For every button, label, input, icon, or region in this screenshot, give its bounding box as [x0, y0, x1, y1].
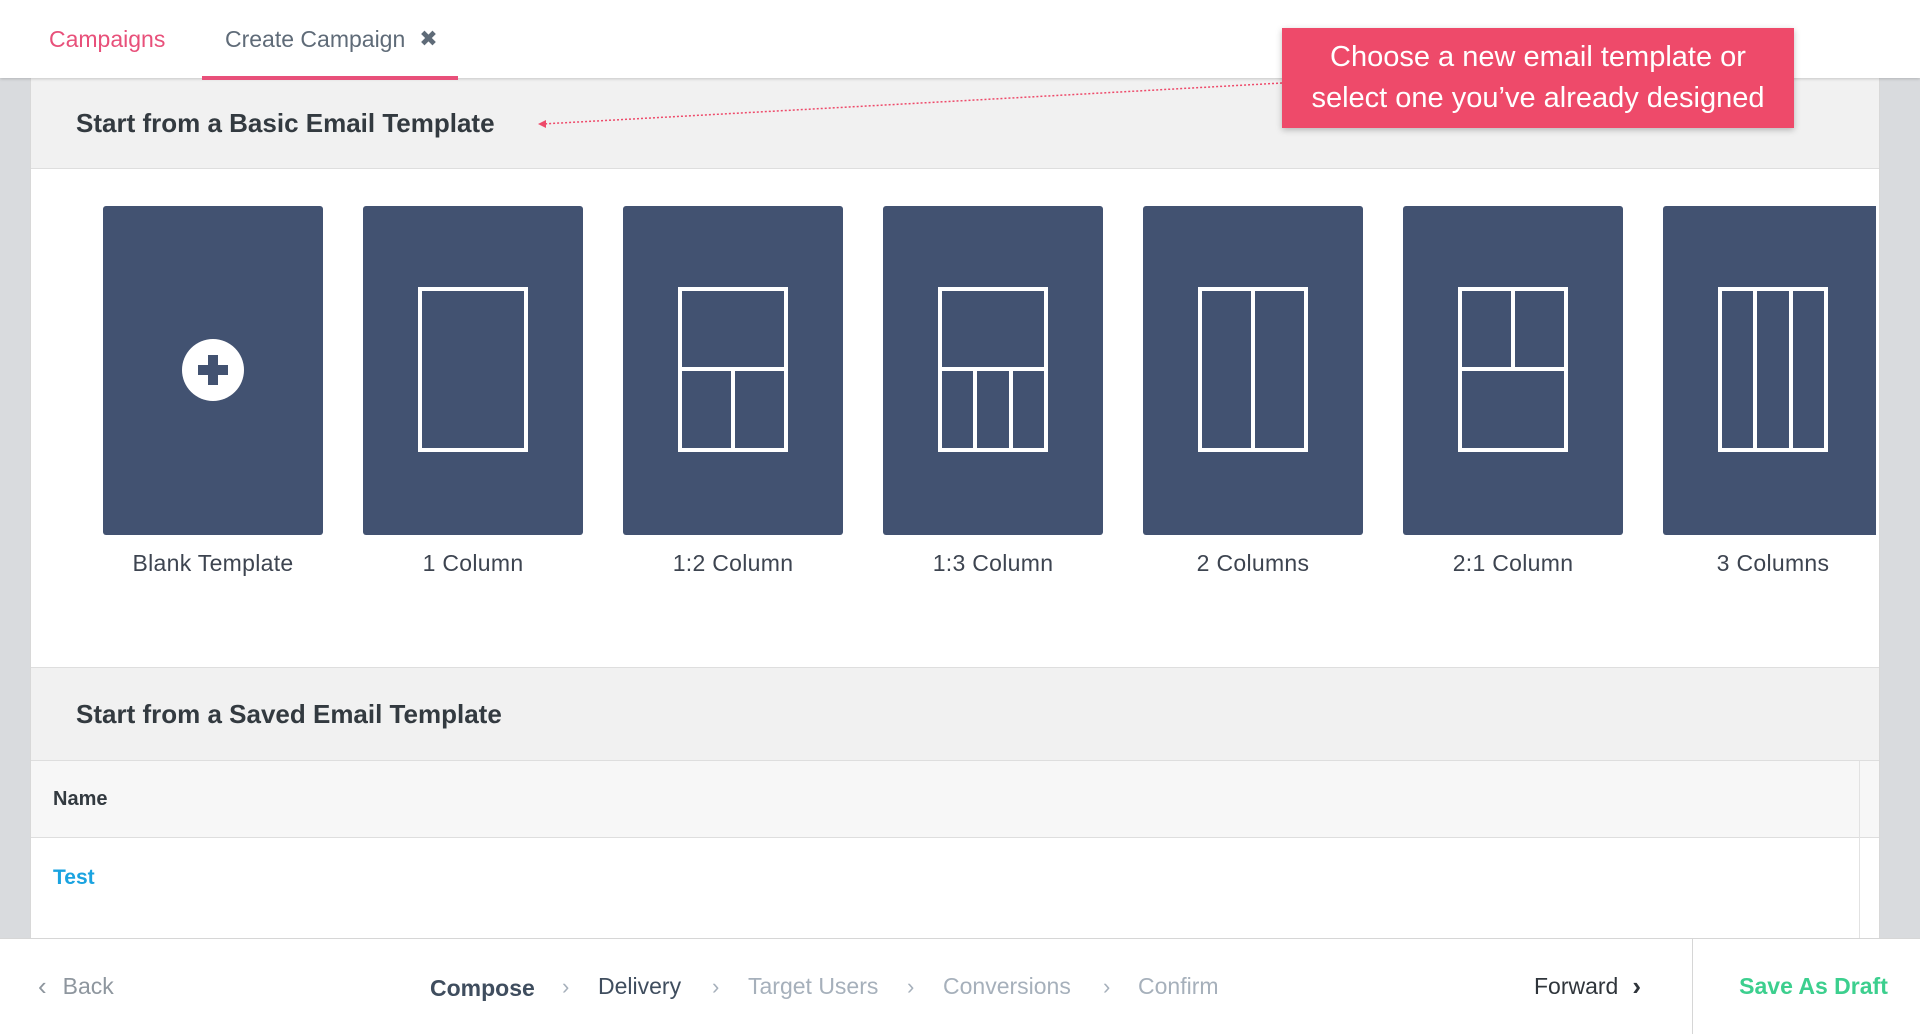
- callout-connector: [538, 82, 1283, 128]
- callout-tooltip: Choose a new email template or select on…: [1282, 28, 1794, 128]
- callout-line-2: select one you’ve already designed: [1311, 82, 1765, 114]
- callout-line-1: Choose a new email template or: [1330, 41, 1746, 73]
